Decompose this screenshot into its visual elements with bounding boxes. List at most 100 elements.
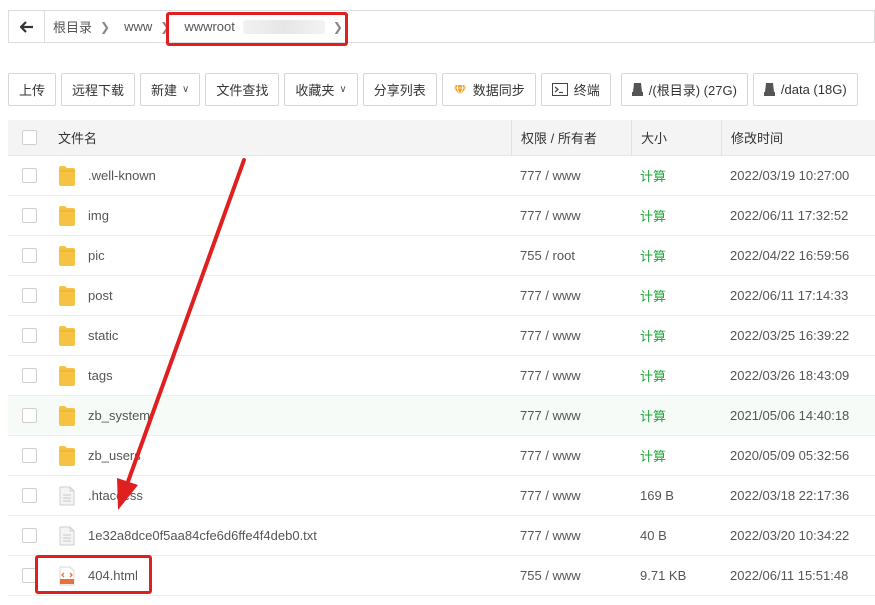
row-checkbox[interactable] [21,408,37,423]
table-row[interactable]: static 777 / www 计算 2022/03/25 16:39:22 [8,316,875,356]
file-size: 9.71 KB [640,568,687,583]
file-mtime: 2020/05/09 05:32:56 [730,448,850,463]
column-header-label: 权限 / 所有者 [521,131,597,146]
chevron-down-icon: ∨ [339,84,347,95]
arrow-left-icon [19,20,33,33]
row-checkbox[interactable] [21,448,37,463]
file-size[interactable]: 计算 [631,246,721,265]
file-size[interactable]: 计算 [631,366,721,385]
row-checkbox[interactable] [21,208,37,223]
file-mtime: 2021/05/06 14:40:18 [730,408,850,423]
file-permission[interactable]: 777 / www [511,168,631,183]
column-header-mtime[interactable]: 修改时间 [721,119,875,156]
file-permission[interactable]: 777 / www [511,408,631,423]
file-permission[interactable]: 777 / www [511,288,631,303]
file-search-button[interactable]: 文件查找 [205,73,280,106]
chevron-down-icon: ∨ [182,84,190,95]
back-button[interactable] [9,11,45,42]
file-permission[interactable]: 777 / www [511,328,631,343]
column-header-label: 修改时间 [731,131,784,146]
table-row[interactable]: zb_system 777 / www 计算 2021/05/06 14:40:18 [8,396,875,436]
column-header-size[interactable]: 大小 [631,119,721,156]
file-permission[interactable]: 755 / root [511,248,631,263]
row-checkbox[interactable] [21,488,37,503]
file-permission[interactable]: 777 / www [511,368,631,383]
file-mtime: 2022/06/11 17:32:52 [730,208,849,223]
upload-label: 上传 [19,83,46,98]
file-mtime: 2022/06/11 15:51:48 [730,568,849,583]
favorites-dropdown-button[interactable]: 收藏夹 ∨ [284,73,358,106]
table-header: 文件名 权限 / 所有者 大小 修改时间 [8,119,875,156]
file-permission[interactable]: 777 / www [511,528,631,543]
column-header-perm[interactable]: 权限 / 所有者 [511,119,631,156]
file-name[interactable]: 1e32a8dce0f5aa84cfe6d6ffe4f4deb0.txt [88,528,317,543]
file-mtime: 2022/03/18 22:17:36 [730,488,850,503]
file-name[interactable]: pic [88,248,105,263]
file-name[interactable]: zb_users [88,448,141,463]
row-checkbox[interactable] [21,328,37,343]
file-name[interactable]: img [88,208,109,223]
row-checkbox[interactable] [21,168,37,183]
row-checkbox[interactable] [21,528,37,543]
file-mtime: 2022/03/25 16:39:22 [730,328,850,343]
toolbar: 上传 远程下载 新建 ∨ 文件查找 收藏夹 ∨ 分享列表 数据同步 终端 /(根目录… [8,73,863,106]
file-size[interactable]: 计算 [631,166,721,185]
folder-icon [58,285,76,307]
file-mtime: 2022/03/26 18:43:09 [730,368,850,383]
row-checkbox[interactable] [21,368,37,383]
table-row[interactable]: .htaccess 777 / www 169 B 2022/03/18 22:17:… [8,476,875,516]
row-checkbox[interactable] [21,248,37,263]
table-body: .well-known 777 / www 计算 2022/03/19 10:27:0… [8,156,875,596]
file-table: 文件名 权限 / 所有者 大小 修改时间 .well-known 777 / ww… [8,119,875,596]
folder-icon [58,165,76,187]
file-permission[interactable]: 777 / www [511,448,631,463]
file-permission[interactable]: 777 / www [511,488,631,503]
table-row[interactable]: pic 755 / root 计算 2022/04/22 16:59:56 [8,236,875,276]
breadcrumb-bar: 根目录 ❯ www ❯ wwwroot ❯ [8,10,875,43]
table-row[interactable]: img 777 / www 计算 2022/06/11 17:32:52 [8,196,875,236]
file-size[interactable]: 计算 [631,326,721,345]
file-size[interactable]: 计算 [631,406,721,425]
data-sync-button[interactable]: 数据同步 [441,73,536,106]
terminal-label: 终端 [573,83,600,98]
share-list-button[interactable]: 分享列表 [362,73,437,106]
disk-data-label: /data (18G) [780,82,847,97]
data-sync-label: 数据同步 [472,83,525,98]
text-file-icon [58,525,76,547]
column-header-name[interactable]: 文件名 [48,128,511,147]
annotation-highlight-box [166,12,348,46]
file-permission[interactable]: 777 / www [511,208,631,223]
new-dropdown-button[interactable]: 新建 ∨ [140,73,201,106]
breadcrumb-label: www [124,19,153,34]
table-row[interactable]: .well-known 777 / www 计算 2022/03/19 10:27:0… [8,156,875,196]
file-name[interactable]: .htaccess [88,488,143,503]
table-row[interactable]: 1e32a8dce0f5aa84cfe6d6ffe4f4deb0.txt 777 … [8,516,875,556]
table-row[interactable]: post 777 / www 计算 2022/06/11 17:14:33 [8,276,875,316]
file-name[interactable]: zb_system [88,408,150,423]
file-mtime: 2022/04/22 16:59:56 [730,248,850,263]
breadcrumb-item-root[interactable]: 根目录 ❯ [45,11,116,42]
remote-download-button[interactable]: 远程下载 [61,73,136,106]
terminal-button[interactable]: 终端 [540,73,611,106]
folder-icon [58,205,76,227]
chevron-right-icon: ❯ [100,19,111,34]
file-name[interactable]: tags [88,368,113,383]
select-all-checkbox[interactable] [21,130,37,145]
file-size[interactable]: 计算 [631,446,721,465]
table-row[interactable]: tags 777 / www 计算 2022/03/26 18:43:09 [8,356,875,396]
file-size[interactable]: 计算 [631,206,721,225]
file-name[interactable]: post [88,288,113,303]
file-size[interactable]: 计算 [631,286,721,305]
file-name[interactable]: static [88,328,118,343]
file-permission[interactable]: 755 / www [511,568,631,583]
upload-button[interactable]: 上传 [8,73,57,106]
folder-icon [58,245,76,267]
remote-download-label: 远程下载 [72,83,125,98]
file-mtime: 2022/06/11 17:14:33 [730,288,849,303]
table-row[interactable]: zb_users 777 / www 计算 2020/05/09 05:32:56 [8,436,875,476]
disk-root-button[interactable]: /(根目录) (27G) [620,73,748,106]
disk-data-button[interactable]: /data (18G) [752,73,858,106]
row-checkbox[interactable] [21,288,37,303]
file-name[interactable]: .well-known [88,168,156,183]
folder-icon [58,325,76,347]
